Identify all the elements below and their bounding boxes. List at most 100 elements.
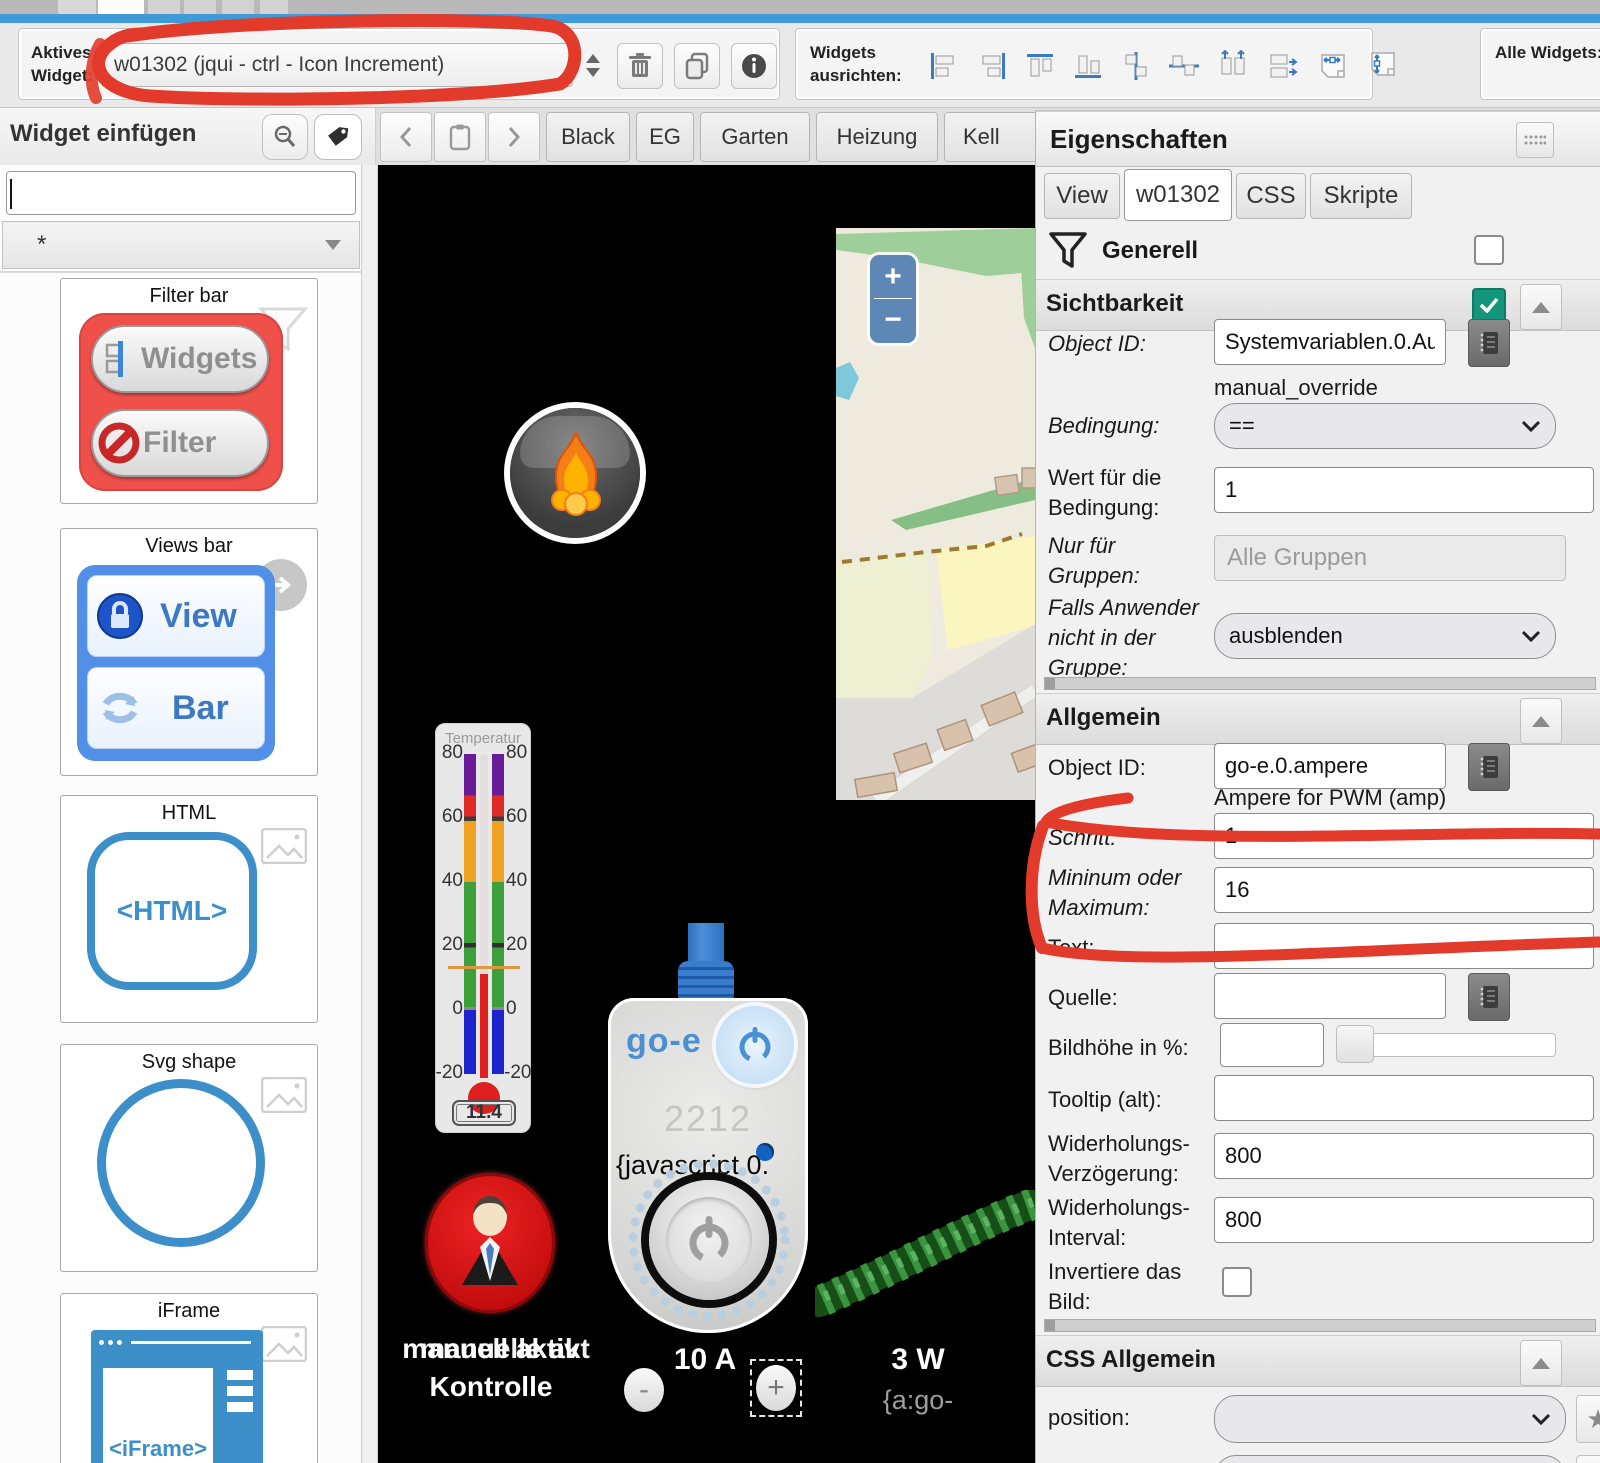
section-resizer[interactable] [1044, 677, 1596, 690]
next-css-button[interactable] [1576, 1455, 1600, 1463]
css-collapse-button[interactable] [1520, 1340, 1562, 1386]
active-widget-select[interactable]: w01302 (jqui - ctrl - Icon Increment) [101, 43, 573, 87]
view-prev-button[interactable] [380, 112, 432, 162]
object-id1-select-button[interactable] [1468, 319, 1510, 367]
text-input[interactable] [1214, 923, 1594, 969]
view-tab-heizung[interactable]: Heizung [816, 112, 938, 162]
next-css-select[interactable] [1214, 1455, 1566, 1463]
object-id1-input[interactable] [1214, 319, 1446, 365]
html-preview: <HTML> [87, 832, 257, 990]
tick-label: 40 [438, 870, 463, 892]
thermometer-widget[interactable]: Temperatur 80 60 40 20 0 -20 80 60 40 20… [435, 723, 531, 1133]
widget-card-iframe[interactable]: iFrame <iFrame> [60, 1293, 318, 1463]
quelle-input[interactable] [1214, 973, 1446, 1019]
verzoegerung-input[interactable] [1214, 1133, 1594, 1179]
bedingung-select[interactable]: == [1214, 403, 1556, 449]
quelle-select-button[interactable] [1468, 973, 1510, 1021]
tab-stub[interactable] [260, 0, 288, 14]
invertiere-checkbox[interactable] [1222, 1267, 1252, 1297]
align-center-vertical-button[interactable] [1120, 51, 1152, 81]
copy-widget-button[interactable] [674, 43, 720, 89]
map-widget[interactable]: + − [836, 228, 1035, 800]
widget-filter-select[interactable]: * [2, 221, 360, 269]
chevron-up-icon [1532, 716, 1550, 727]
widget-card-svg-shape[interactable]: Svg shape [60, 1044, 318, 1272]
bildhoehe-slider-track[interactable] [1346, 1033, 1556, 1057]
charger-power-led-button[interactable] [716, 1006, 794, 1084]
section-resizer[interactable] [1044, 1319, 1596, 1332]
ampere-decrement-button[interactable]: - [624, 1368, 664, 1412]
object-list-icon [1479, 331, 1499, 355]
props-tab-view[interactable]: View [1044, 173, 1120, 219]
fire-button-widget[interactable] [510, 408, 640, 538]
manual-control-widget[interactable] [425, 1173, 555, 1313]
tab-stub[interactable] [184, 0, 216, 14]
tab-stub[interactable] [58, 0, 96, 14]
wert-input[interactable] [1214, 467, 1594, 513]
align-left-button[interactable] [928, 51, 960, 81]
widget-tag-filter-button[interactable] [314, 114, 362, 160]
view-tab-black[interactable]: Black [546, 112, 630, 162]
view-tab-garten[interactable]: Garten [700, 112, 810, 162]
tab-stub[interactable] [222, 0, 254, 14]
align-top-button[interactable] [1024, 51, 1056, 81]
position-favorite-button[interactable]: ★ [1576, 1395, 1600, 1443]
watt-binding-text: {a:go- [853, 1385, 983, 1416]
gruppen-button[interactable]: Alle Gruppen [1214, 535, 1566, 581]
bildhoehe-slider-handle[interactable] [1336, 1025, 1374, 1063]
ampere-increment-button[interactable]: + [756, 1365, 796, 1411]
same-height-button[interactable] [1366, 49, 1400, 83]
active-widget-spinner[interactable] [579, 45, 607, 85]
align-right-icon [976, 51, 1008, 81]
tab-stub[interactable] [148, 0, 180, 14]
all-widgets-label: Alle Widgets: [1495, 41, 1600, 65]
card-title: HTML [61, 802, 317, 825]
map-zoom-out-button[interactable]: − [870, 299, 916, 341]
align-center-horizontal-button[interactable] [1168, 51, 1200, 81]
distribute-vertical-button[interactable] [1266, 50, 1300, 82]
charger-power-button[interactable] [649, 1180, 769, 1300]
panel-dock-button[interactable] [1516, 122, 1554, 158]
bildhoehe-input[interactable] [1220, 1023, 1324, 1067]
view-next-button[interactable] [488, 112, 540, 162]
view-canvas[interactable]: + − Temperatur 80 60 40 20 0 -20 80 60 4… [378, 165, 1035, 1463]
tick-label: 0 [506, 998, 534, 1020]
widget-card-filter-bar[interactable]: Filter bar Widgets Filter [60, 278, 318, 504]
widget-info-button[interactable] [731, 43, 777, 89]
sichtbarkeit-collapse-button[interactable] [1520, 284, 1562, 330]
schritt-input[interactable] [1214, 813, 1594, 859]
row-label: Bildhöhe in %: [1048, 1033, 1189, 1063]
widget-search-input[interactable] [6, 171, 356, 215]
tab-stub-active[interactable] [98, 0, 144, 14]
same-width-button[interactable] [1316, 49, 1350, 83]
sichtbarkeit-checkbox[interactable] [1472, 288, 1506, 322]
trash-icon [627, 52, 653, 80]
generell-checkbox[interactable] [1474, 235, 1504, 265]
widget-search-button[interactable] [262, 114, 308, 160]
sidebar-scroll-gutter[interactable] [362, 165, 378, 1463]
widget-card-html[interactable]: HTML <HTML> [60, 795, 318, 1023]
object-id2-select-button[interactable] [1468, 743, 1510, 791]
power-icon [733, 1023, 777, 1067]
delete-widget-button[interactable] [617, 43, 663, 89]
position-select[interactable] [1214, 1395, 1566, 1443]
distribute-horizontal-button[interactable] [1216, 50, 1250, 82]
selected-widget-outline[interactable]: + [750, 1359, 802, 1417]
widget-card-views-bar[interactable]: Views bar View Bar [60, 528, 318, 776]
view-tab-eg[interactable]: EG [636, 112, 694, 162]
falls-select[interactable]: ausblenden [1214, 613, 1556, 659]
widgets-pill-button: Widgets [91, 325, 269, 393]
props-tab-skripte[interactable]: Skripte [1310, 173, 1412, 219]
map-zoom-in-button[interactable]: + [870, 255, 916, 298]
props-tab-css[interactable]: CSS [1236, 173, 1306, 219]
interval-input[interactable] [1214, 1197, 1594, 1243]
align-bottom-button[interactable] [1072, 51, 1104, 81]
allgemein-collapse-button[interactable] [1520, 698, 1562, 744]
thermometer-value: 11.4 [452, 1100, 516, 1126]
minmax-input[interactable] [1214, 867, 1594, 913]
tooltip-input[interactable] [1214, 1075, 1594, 1121]
view-clipboard-button[interactable] [434, 112, 486, 162]
map-zoom-control: + − [870, 255, 916, 343]
props-tab-widget[interactable]: w01302 [1124, 169, 1232, 221]
align-right-button[interactable] [976, 51, 1008, 81]
